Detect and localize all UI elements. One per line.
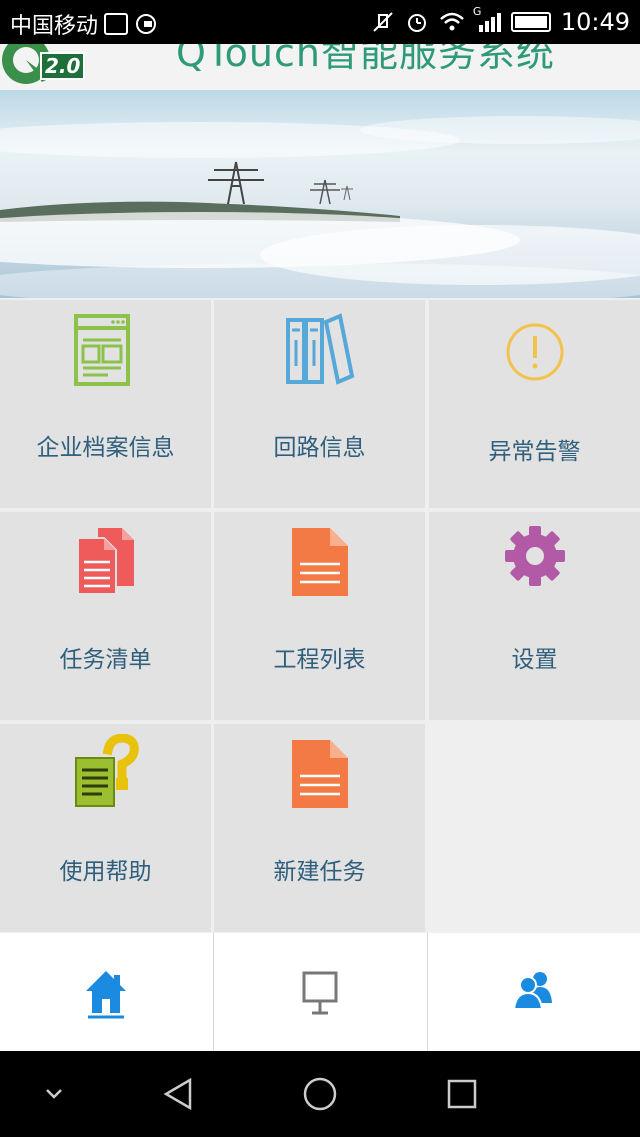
alert-circle-icon xyxy=(497,310,573,386)
menu-tile-settings[interactable]: 设置 xyxy=(429,512,640,720)
document-window-icon xyxy=(68,310,144,386)
menu-tile-circuit-info[interactable]: 回路信息 xyxy=(214,300,425,508)
logo-version-badge: 2.0 xyxy=(40,52,86,80)
menu-tile-label: 任务清单 xyxy=(59,647,152,673)
menu-tile-help[interactable]: 使用帮助 xyxy=(0,724,211,932)
menu-tile-label: 企业档案信息 xyxy=(36,435,175,461)
app-notification-icon xyxy=(134,13,158,35)
chevron-down-icon xyxy=(46,1089,62,1099)
menu-tile-label: 新建任务 xyxy=(273,859,366,885)
app-header: 2.0 QTouch智能服务系统 xyxy=(0,44,640,90)
menu-tile-label: 使用帮助 xyxy=(59,859,152,885)
menu-tile-enterprise-archive[interactable]: 企业档案信息 xyxy=(0,300,211,508)
gear-icon xyxy=(497,522,573,598)
home-icon xyxy=(86,971,126,1019)
help-document-icon xyxy=(68,733,144,810)
menu-tile-project-list[interactable]: 工程列表 xyxy=(214,512,425,720)
battery-icon xyxy=(510,12,551,32)
recents-button[interactable] xyxy=(422,1051,502,1137)
back-triangle-icon xyxy=(163,1077,192,1111)
app-title: QTouch智能服务系统 xyxy=(176,44,555,75)
signal-icon: G xyxy=(473,5,501,33)
binders-icon xyxy=(282,310,358,386)
alarm-icon xyxy=(405,11,429,33)
back-button[interactable] xyxy=(138,1051,218,1137)
status-bar: 中国移动 G 10:49 xyxy=(0,0,640,44)
collapse-button[interactable] xyxy=(14,1051,94,1137)
document-icon xyxy=(282,522,358,598)
bottom-tab-bar xyxy=(0,933,640,1051)
menu-tile-label: 异常告警 xyxy=(488,439,581,465)
mute-icon xyxy=(371,11,395,33)
menu-tile-label: 设置 xyxy=(511,647,558,673)
menu-tile-alarm[interactable]: 异常告警 xyxy=(429,300,640,508)
tab-board[interactable] xyxy=(213,933,425,1051)
app-logo: 2.0 xyxy=(2,44,86,90)
recents-square-icon xyxy=(447,1079,477,1109)
presentation-board-icon xyxy=(302,971,337,1015)
clock: 10:49 xyxy=(560,8,630,36)
menu-tile-task-list[interactable]: 任务清单 xyxy=(0,512,211,720)
menu-tile-new-task[interactable]: 新建任务 xyxy=(214,724,425,932)
system-navigation-bar xyxy=(0,1051,640,1137)
carrier-label: 中国移动 xyxy=(10,14,99,39)
tab-home[interactable] xyxy=(0,933,212,1051)
users-icon xyxy=(514,972,552,1010)
menu-grid: 企业档案信息 回路信息 异常告警 任务清单 工程列表 设置 使用帮助 新建任务 xyxy=(0,300,640,932)
home-circle-icon xyxy=(303,1077,337,1111)
menu-tile-label: 回路信息 xyxy=(273,435,366,461)
home-system-button[interactable] xyxy=(280,1051,360,1137)
documents-stack-icon xyxy=(68,522,144,598)
banner-image xyxy=(0,90,640,298)
image-notification-icon xyxy=(104,13,129,35)
wifi-icon xyxy=(439,11,464,33)
document-icon xyxy=(282,734,358,810)
tab-users[interactable] xyxy=(427,933,640,1051)
menu-tile-label: 工程列表 xyxy=(273,647,366,673)
